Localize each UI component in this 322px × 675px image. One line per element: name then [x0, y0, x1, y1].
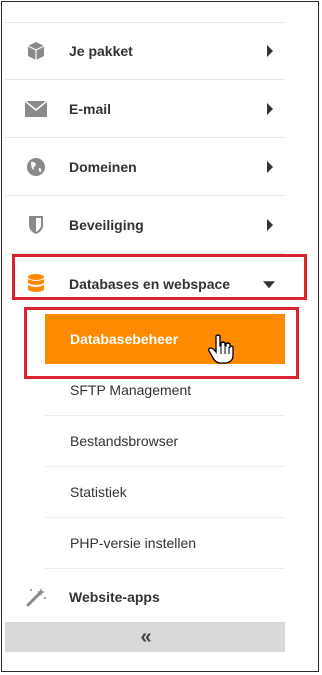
submenu-item-php-versie-instellen[interactable]: PHP-versie instellen: [45, 518, 285, 569]
menu-item-website-apps[interactable]: Website-apps: [5, 568, 285, 625]
globe-icon: [25, 156, 47, 178]
chevron-right-icon: [267, 45, 273, 57]
menu-item-je-pakket[interactable]: Je pakket: [5, 23, 285, 80]
submenu-item-label: PHP-versie instellen: [70, 535, 197, 551]
chevron-right-icon: [267, 161, 273, 173]
menu-item-label: Domeinen: [69, 159, 137, 175]
envelope-icon: [25, 98, 47, 120]
submenu-item-label: Statistiek: [70, 484, 127, 500]
box-icon: [25, 40, 47, 62]
shield-icon: [25, 214, 47, 236]
submenu-item-label: Bestandsbrowser: [70, 433, 179, 449]
hand-pointer-icon: [208, 334, 234, 369]
highlight-box: [24, 307, 299, 379]
menu-item-label: E-mail: [69, 101, 112, 117]
menu-item-label: Je pakket: [69, 43, 133, 59]
chevron-right-icon: [267, 103, 273, 115]
menu-item-domeinen[interactable]: Domeinen: [5, 139, 285, 196]
menu-item-label: Beveiliging: [69, 217, 144, 233]
submenu-item-bestandsbrowser[interactable]: Bestandsbrowser: [45, 416, 285, 467]
menu-item-label: Website-apps: [69, 588, 160, 605]
double-chevron-left-icon: «: [140, 625, 151, 648]
submenu-item-label: SFTP Management: [70, 382, 192, 398]
menu-item-beveiliging[interactable]: Beveiliging: [5, 197, 285, 254]
sidebar-frame: Je pakket E-mail Domeinen Beveiliging Da…: [1, 1, 319, 672]
submenu-item-statistiek[interactable]: Statistiek: [45, 467, 285, 518]
collapse-sidebar-button[interactable]: «: [5, 622, 285, 652]
menu-item-email[interactable]: E-mail: [5, 81, 285, 138]
chevron-right-icon: [267, 219, 273, 231]
magic-wand-icon: [25, 586, 47, 608]
highlight-box: [12, 254, 307, 300]
